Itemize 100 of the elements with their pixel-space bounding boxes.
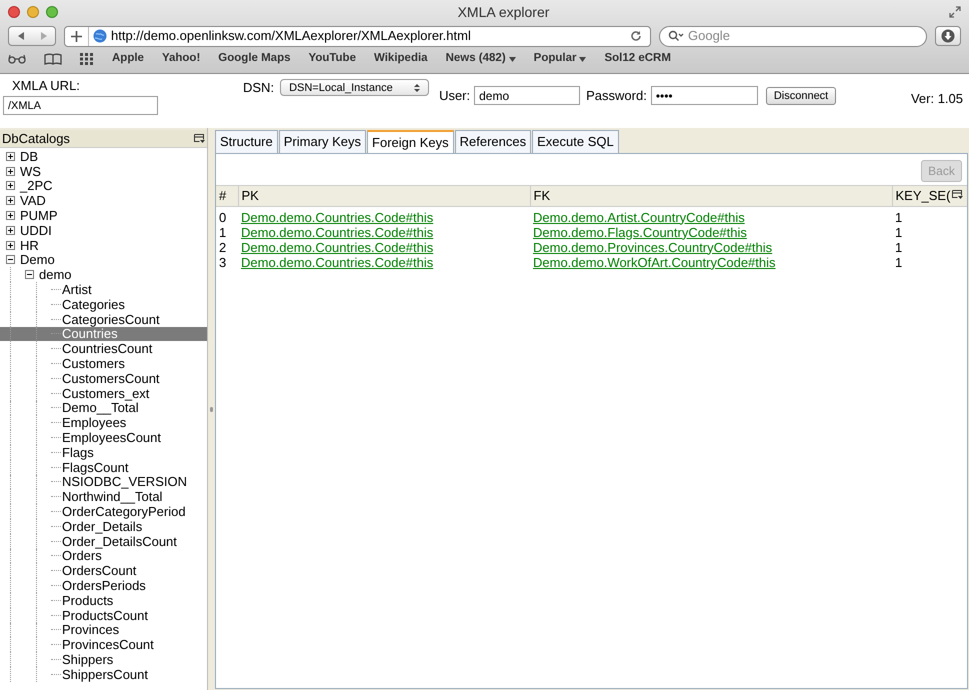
tree-item[interactable]: DB [20,150,38,163]
splitter-handle[interactable] [210,406,213,412]
tree-item[interactable]: Demo__Total [62,401,139,414]
tree-item[interactable]: Orders [62,549,102,562]
tree-item[interactable]: ShippersCount [62,668,148,681]
tree-item[interactable]: Flags [62,446,94,459]
tree-item[interactable]: ProductsCount [62,608,148,622]
tree-item[interactable]: Employees [62,416,126,430]
tree-item[interactable]: Order_Details [62,520,142,533]
tree-item[interactable]: CategoriesCount [62,312,160,326]
key-link[interactable]: Demo.demo.Countries.Code#this [241,210,434,224]
tree-item[interactable]: Artist [62,283,92,296]
tree-item[interactable]: OrderCategoryPeriod [62,505,186,518]
updown-icon [414,82,420,93]
tree-item[interactable]: _2PC [20,179,53,192]
column-header: # [216,186,238,206]
dsn-dropdown[interactable]: DSN=Local_Instance [280,79,430,96]
expand-icon[interactable] [6,152,15,161]
menu-icon[interactable] [952,190,963,200]
tree-item[interactable]: OrdersPeriods [62,579,146,592]
table-cell: 2 [219,240,226,254]
xmla-url-field[interactable]: /XMLA [3,96,158,115]
key-link[interactable]: Demo.demo.Countries.Code#this [241,254,434,270]
add-icon[interactable] [71,30,82,42]
key-link[interactable]: Demo.demo.Countries.Code#this [241,240,434,254]
password-label: Password: [586,87,647,105]
bookmark-link[interactable]: YouTube [308,50,356,68]
tree-item[interactable]: Customers_ext [62,386,150,400]
bookmark-link[interactable]: Apple [112,50,144,68]
address-bar[interactable]: http://demo.openlinksw.com/XMLAexplorer/XMLAexplorer.html [64,26,651,46]
expand-icon[interactable] [6,211,15,220]
password-field[interactable]: •••• [650,86,758,106]
reload-icon[interactable] [630,30,642,42]
bookmark-link[interactable]: Google Maps [218,50,290,68]
close-button[interactable] [8,6,20,18]
grid-icon[interactable] [80,53,94,65]
tab[interactable]: Primary Keys [278,130,366,153]
search-input[interactable]: Google [688,26,918,46]
table-cell: 1 [219,224,226,240]
key-link[interactable]: Demo.demo.WorkOfArt.CountryCode#this [533,254,776,270]
tree-item[interactable]: Demo [20,253,55,266]
user-field[interactable]: demo [474,86,580,106]
menu-icon[interactable] [194,134,205,144]
tree-item[interactable]: HR [20,238,39,252]
url-field[interactable]: http://demo.openlinksw.com/XMLAexplorer/XMLAexplorer.html [111,26,630,46]
tab[interactable]: References [454,130,532,153]
table-cell: 1 [895,254,902,270]
tree-item[interactable]: Customers [62,357,125,370]
expand-icon[interactable] [6,240,15,250]
tree-item[interactable]: OrdersCount [62,564,136,578]
tab[interactable]: Foreign Keys [367,130,454,154]
tree-item[interactable]: Provinces [62,623,120,636]
table-cell: 0 [219,210,226,224]
key-link[interactable]: Demo.demo.Flags.CountryCode#this [533,224,747,240]
back-forward-buttons[interactable] [8,26,56,46]
expand-icon[interactable] [6,181,15,190]
bookmark-link[interactable]: Yahoo! [162,50,200,68]
expand-icon[interactable] [6,166,15,176]
tree-item[interactable]: Shippers [62,652,114,666]
bookmark-link[interactable]: Wikipedia [374,50,428,68]
tree-item[interactable]: CustomersCount [62,372,160,385]
expand-icon[interactable] [6,196,15,206]
key-link[interactable]: Demo.demo.Countries.Code#this [241,224,434,240]
bookmark-link[interactable]: Popular [534,50,586,68]
tab[interactable]: Structure [215,130,278,153]
collapse-icon[interactable] [25,270,34,280]
tab[interactable]: Execute SQL [532,130,619,153]
bookmark-link[interactable]: News (482) [446,50,516,68]
tree-item[interactable]: NSIODBC_VERSION [62,475,187,488]
tree-item[interactable]: VAD [20,194,46,208]
dsn-label: DSN: [243,79,274,97]
collapse-icon[interactable] [6,255,15,264]
tree-item[interactable]: PUMP [20,209,58,222]
key-link[interactable]: Demo.demo.Artist.CountryCode#this [533,210,745,224]
tree-item[interactable]: FlagsCount [62,460,128,474]
tree-item[interactable]: Northwind__Total [62,490,162,504]
xmla-url-label: XMLA URL: [12,78,81,94]
search-field[interactable]: Google [659,26,927,46]
reading-list-icon[interactable] [8,54,26,64]
tree-item[interactable]: WS [20,164,41,178]
tree-item[interactable]: EmployeesCount [62,431,161,444]
tree-item[interactable]: Products [62,594,114,607]
tree-item[interactable]: demo [39,268,72,282]
caret-icon [579,56,586,62]
bookmark-link[interactable]: Sol12 eCRM [604,50,671,68]
zoom-button[interactable] [46,6,58,18]
fullscreen-icon[interactable] [949,6,961,18]
tree-item[interactable]: CountriesCount [62,342,152,356]
version-label: Ver: 1.05 [910,90,963,108]
tree-item[interactable]: Categories [62,298,125,311]
expand-icon[interactable] [6,226,15,235]
key-link[interactable]: Demo.demo.Provinces.CountryCode#this [533,240,772,254]
tree-item[interactable]: Order_DetailsCount [62,534,177,548]
table-cell: 1 [895,240,902,254]
table-cell: 1 [895,210,902,224]
tree-item[interactable]: ProvincesCount [62,638,154,652]
tree-item[interactable]: UDDI [20,224,52,237]
disconnect-button[interactable]: Disconnect [766,86,836,105]
downloads-button[interactable] [935,26,961,46]
book-icon[interactable] [44,53,62,65]
